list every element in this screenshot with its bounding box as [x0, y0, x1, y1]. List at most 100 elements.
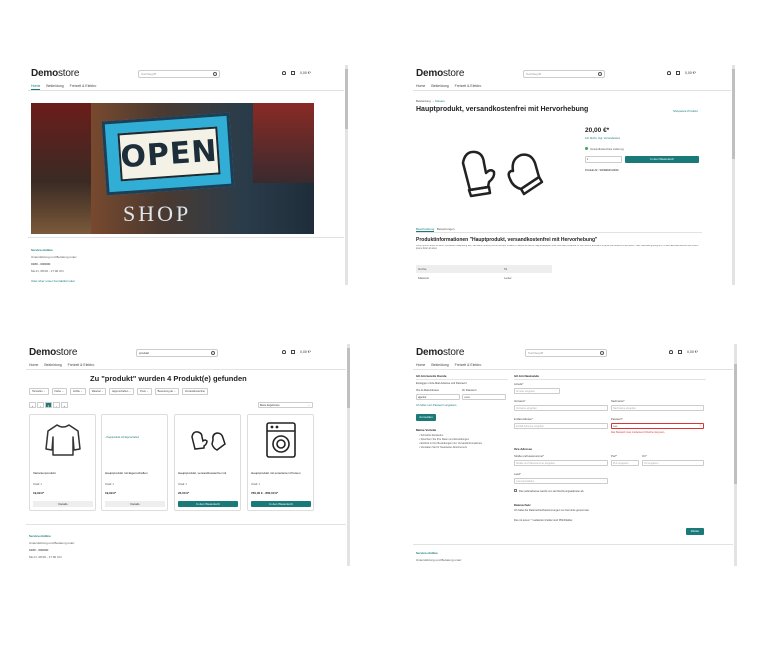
cart-total[interactable]: 0,00 €*: [300, 350, 311, 354]
salutation-label: Anrede*: [514, 383, 524, 386]
filter-dropdown[interactable]: Farbe ⌄: [51, 388, 67, 395]
search-icon[interactable]: [598, 72, 602, 76]
user-icon[interactable]: [282, 350, 286, 354]
filter-dropdown[interactable]: Größe ⌄: [69, 388, 86, 395]
search-icon[interactable]: [600, 351, 604, 355]
cart-total[interactable]: 0,00 €*: [300, 71, 311, 75]
logo[interactable]: Demostore: [31, 68, 79, 79]
filter-dropdown[interactable]: Material ⌄: [88, 388, 107, 395]
different-address-checkbox[interactable]: Die Lieferadresse weicht von der Rechnun…: [514, 489, 584, 493]
country-select[interactable]: Land auswählen ⌄: [514, 478, 608, 484]
search-input[interactable]: produkt: [136, 349, 218, 357]
cart-icon[interactable]: [291, 350, 295, 354]
product-card[interactable]: Hauptprodukt mit erweiterten Preisen Inh…: [247, 414, 314, 511]
logo[interactable]: Demostore: [416, 347, 464, 358]
vat-note[interactable]: inkl. MwSt. zzgl. Versandkosten: [585, 137, 620, 140]
street-input[interactable]: Straße und Hausnummer eingeben: [514, 460, 608, 466]
chevron-down-icon: ⌄: [42, 390, 46, 393]
forgot-password-link[interactable]: Ich habe mein Passwort vergessen.: [416, 404, 457, 407]
user-icon[interactable]: [667, 71, 671, 75]
service-hours: Mo-Fr, 08:00 - 17:00 Uhr: [29, 555, 62, 559]
user-icon[interactable]: [282, 71, 286, 75]
search-icon[interactable]: [213, 72, 217, 76]
login-button[interactable]: Anmelden: [416, 414, 436, 421]
filter-dropdown[interactable]: Hersteller ⌄: [29, 388, 49, 395]
logo[interactable]: Demostore: [416, 68, 464, 79]
search-input[interactable]: Suchbegriff: [525, 349, 607, 357]
filter-dropdown[interactable]: Preis ⌄: [137, 388, 152, 395]
product-card[interactable]: Variantenprodukt Inhalt: 1 19,99 €* Deta…: [29, 414, 96, 511]
email-label: Ihre E-Mail-Adresse: [416, 389, 439, 392]
cart-icon[interactable]: [678, 350, 682, 354]
add-to-cart-button[interactable]: In den Warenkorb: [625, 156, 699, 163]
washing-machine-icon: [266, 422, 296, 458]
chevron-down-icon: ⌄: [100, 390, 104, 393]
product-name[interactable]: Variantenprodukt: [33, 471, 56, 475]
password-input[interactable]: ••••• ×: [611, 423, 704, 429]
property-row: Material Leder: [418, 276, 512, 280]
mittens-icon: [461, 150, 544, 198]
breadcrumb: Bekleidung › Damen: [416, 99, 445, 103]
search-input[interactable]: Suchbegriff: [523, 70, 605, 78]
manufacturer-link[interactable]: Shopware Produkt: [673, 109, 698, 113]
breadcrumb-current[interactable]: Damen: [435, 99, 445, 103]
contact-link[interactable]: Oder über unser Kontaktformular: [31, 279, 75, 283]
product-name[interactable]: Hauptprodukt mit Eigenschaften: [105, 471, 148, 475]
nav-free-time[interactable]: Freizeit & Elektro: [455, 84, 482, 88]
lastname-input[interactable]: Nachname eingeben: [611, 405, 704, 411]
pagination-button[interactable]: 1: [45, 402, 52, 408]
chevron-down-icon: ⌄: [79, 390, 83, 393]
service-hours: Mo-Fr, 08:00 - 17:00 Uhr: [31, 269, 64, 273]
search-input[interactable]: Suchbegriff: [138, 70, 220, 78]
cart-icon[interactable]: [676, 71, 680, 75]
add-to-cart-button[interactable]: In den Warenkorb: [178, 501, 238, 507]
nav-home[interactable]: Home: [29, 363, 38, 367]
nav-free-time[interactable]: Freizeit & Elektro: [455, 363, 482, 367]
add-to-cart-button[interactable]: In den Warenkorb: [251, 501, 311, 507]
search-icon[interactable]: [211, 351, 215, 355]
nav-clothing[interactable]: Bekleidung: [44, 363, 61, 367]
hero-banner[interactable]: OPEN SHOP: [31, 103, 314, 234]
firstname-input[interactable]: Vorname eingeben: [514, 405, 608, 411]
login-password-input[interactable]: •••••••: [462, 394, 506, 400]
product-card[interactable]: ▫ Hauptprodukt mit Eigenschaften Hauptpr…: [101, 414, 168, 511]
tab-reviews[interactable]: Bewertungen: [437, 227, 455, 231]
filter-dropdown[interactable]: Bewertung ab ⌄: [154, 388, 179, 395]
login-email-input[interactable]: agentur: [416, 394, 460, 400]
pagination-button[interactable]: »: [61, 402, 68, 408]
continue-button[interactable]: Weiter: [686, 528, 704, 535]
email-input[interactable]: E-Mail-Adresse eingeben: [514, 423, 608, 429]
service-title: Service-Hotline: [31, 248, 53, 252]
user-icon[interactable]: [669, 350, 673, 354]
service-text: Unterstützung und Beratung unter:: [416, 558, 463, 562]
cart-icon[interactable]: [291, 71, 295, 75]
sort-select[interactable]: Beste Ergebnisse ⌄: [258, 402, 313, 408]
product-title: Hauptprodukt, versandkostenfrei mit Herv…: [416, 106, 589, 113]
filter-dropdown[interactable]: Versandkostenfrei: [181, 388, 208, 395]
product-name[interactable]: Hauptprodukt, versandkostenfrei mit: [178, 471, 226, 475]
product-card[interactable]: Hauptprodukt, versandkostenfrei mit Inha…: [174, 414, 241, 511]
nav-clothing[interactable]: Bekleidung: [431, 84, 448, 88]
pagination-button[interactable]: ‹: [37, 402, 44, 408]
nav-home[interactable]: Home: [416, 84, 425, 88]
cart-total[interactable]: 0,00 €*: [687, 350, 698, 354]
zip-label: PLZ*: [611, 455, 617, 458]
product-price: 19,99 €*: [33, 491, 45, 495]
nav-clothing[interactable]: Bekleidung: [431, 363, 448, 367]
nav-free-time[interactable]: Freizeit & Elektro: [68, 363, 95, 367]
salutation-select[interactable]: Anrede eingeben ⌄: [514, 388, 560, 394]
privacy-link[interactable]: Ich habe die Datenschutzbestimmungen zur…: [514, 509, 590, 512]
details-button[interactable]: Details: [33, 501, 93, 507]
zip-input[interactable]: PLZ eingeben: [611, 460, 639, 466]
quantity-select[interactable]: 1: [585, 156, 622, 163]
pagination-button[interactable]: ›: [53, 402, 60, 408]
nav-home[interactable]: Home: [416, 363, 425, 367]
product-name[interactable]: Hauptprodukt mit erweiterten Preisen: [251, 471, 301, 475]
cart-total[interactable]: 0,00 €*: [685, 71, 696, 75]
details-button[interactable]: Details: [105, 501, 165, 507]
pagination-button[interactable]: «: [29, 402, 36, 408]
city-input[interactable]: Ort eingeben: [642, 460, 704, 466]
breadcrumb-parent[interactable]: Bekleidung: [416, 99, 431, 103]
filter-dropdown[interactable]: Eigenschaften ⌄: [109, 388, 135, 395]
logo[interactable]: Demostore: [29, 347, 77, 358]
